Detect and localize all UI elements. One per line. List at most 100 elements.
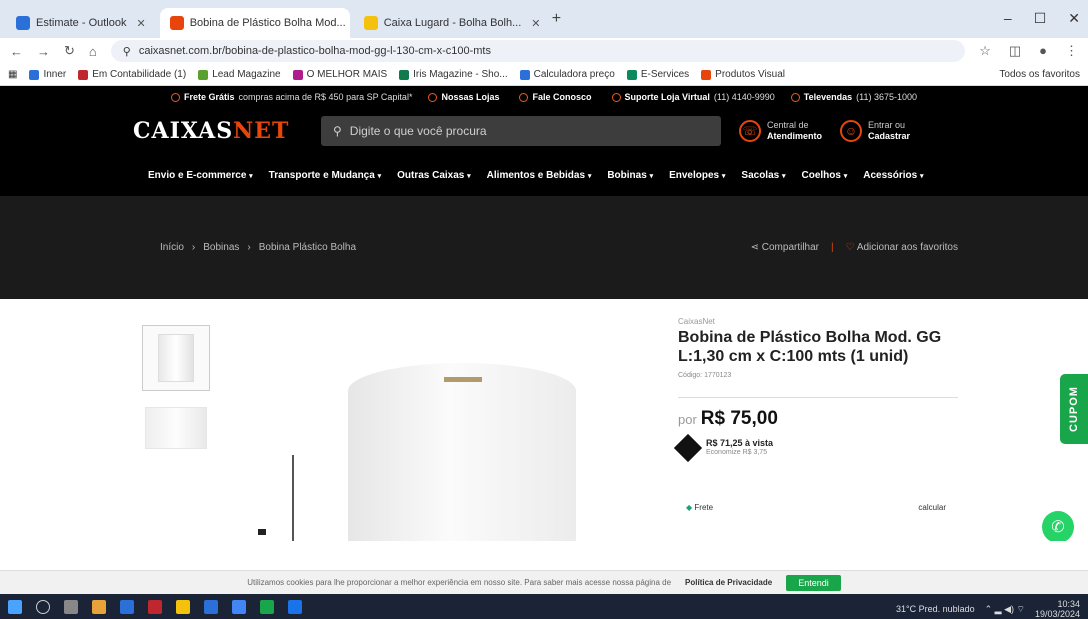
breadcrumb-item: Bobina Plástico Bolha	[258, 242, 357, 253]
back-icon[interactable]: ←	[10, 44, 23, 59]
task-view-icon[interactable]	[64, 599, 78, 614]
close-window-button[interactable]: ✕	[1068, 10, 1080, 27]
bookmark-item[interactable]: O MELHOR MAIS	[292, 69, 387, 80]
privacy-link[interactable]: Política de Privacidade	[685, 578, 772, 587]
user-icon: ☺	[840, 120, 862, 142]
breadcrumb-item[interactable]: Bobinas	[203, 242, 239, 253]
product-price: por R$ 75,00	[678, 408, 978, 430]
forward-icon[interactable]: →	[37, 44, 50, 59]
breadcrumb-item[interactable]: Início	[160, 242, 184, 253]
product-thumbnail-1[interactable]	[142, 325, 210, 391]
cupom-tab[interactable]: CUPOM	[1060, 374, 1088, 444]
menu-icon[interactable]: ⋮	[1065, 43, 1078, 59]
chrome-icon[interactable]	[232, 599, 246, 614]
product-main-image[interactable]	[348, 363, 576, 541]
whatsapp-icon[interactable]: ✆	[1042, 511, 1074, 541]
category-nav-item[interactable]: Outras Caixas ▾	[397, 170, 471, 181]
minimize-button[interactable]: –	[1004, 10, 1012, 27]
new-tab-button[interactable]: +	[552, 10, 561, 28]
home-icon[interactable]: ⌂	[89, 44, 97, 59]
app-icon[interactable]	[288, 599, 302, 614]
bookmark-favicon-icon	[626, 69, 637, 80]
tray-icons[interactable]: ⌃ ▂ ◀) ⌔	[985, 604, 1025, 615]
share-button[interactable]: ⋖ Compartilhar	[751, 242, 819, 253]
topbar-link[interactable]: Fale Conosco	[519, 92, 595, 102]
shipping-row[interactable]: ◆ Frete calcular	[686, 503, 946, 512]
browser-tab[interactable]: Bobina de Plástico Bolha Mod...✕	[159, 8, 350, 38]
product-thumbnail-2[interactable]	[145, 407, 207, 449]
divider	[678, 397, 958, 398]
bookmark-item[interactable]: Em Contabilidade (1)	[78, 69, 186, 80]
browser-tab[interactable]: Caixa Lugard - Bolha Bolh... ✕	[354, 8, 544, 38]
topbar-link[interactable]: Suporte Loja Virtual (11) 4140-9990	[611, 92, 775, 102]
site-logo[interactable]: CAIXASNET	[133, 118, 311, 144]
category-nav-item[interactable]: Transporte e Mudança ▾	[269, 170, 381, 181]
favorite-button[interactable]: ♡ Adicionar aos favoritos	[846, 242, 958, 253]
category-nav-item[interactable]: Alimentos e Bebidas ▾	[487, 170, 592, 181]
bookmarks-other[interactable]: Todos os favoritos	[999, 69, 1080, 80]
topbar-link[interactable]: Frete Grátis compras acima de R$ 450 para…	[170, 92, 412, 102]
bookmark-star-icon[interactable]: ☆	[979, 43, 991, 59]
heart-icon: ♡	[845, 242, 855, 253]
chevron-down-icon: ▾	[377, 172, 382, 180]
category-nav-item[interactable]: Envelopes ▾	[669, 170, 725, 181]
bookmark-item[interactable]: E-Services	[626, 69, 690, 80]
reload-icon[interactable]: ↻	[64, 43, 75, 59]
search-taskbar-icon[interactable]	[36, 599, 50, 614]
topbar-icon	[790, 92, 800, 102]
app-icon[interactable]	[204, 599, 218, 614]
customer-service-link[interactable]: ☏ Central de Atendimento	[739, 120, 822, 142]
bookmark-item[interactable]: Lead Magazine	[198, 69, 281, 80]
cookie-accept-button[interactable]: Entendi	[786, 574, 841, 591]
app-icon[interactable]	[260, 599, 274, 614]
topbar-bold: Televendas	[803, 92, 853, 102]
category-nav-item[interactable]: Bobinas ▾	[607, 170, 653, 181]
category-nav-item[interactable]: Sacolas ▾	[741, 170, 785, 181]
app-icon[interactable]	[148, 599, 162, 614]
start-icon[interactable]	[8, 599, 22, 614]
browser-tab[interactable]: Estimate - Outlook ✕	[6, 8, 156, 38]
category-nav-item[interactable]: Envio e E-commerce ▾	[148, 170, 253, 181]
topbar-text: (11) 3675-1000	[856, 92, 917, 102]
search-placeholder: Digite o que você procura	[349, 124, 487, 138]
file-explorer-icon[interactable]	[92, 599, 106, 614]
category-nav-item[interactable]: Acessórios ▾	[863, 170, 923, 181]
login-link[interactable]: ☺ Entrar ou Cadastrar	[840, 120, 910, 142]
profile-avatar[interactable]: ●	[1039, 43, 1047, 59]
site-info-icon[interactable]: ⚲	[123, 45, 131, 58]
extensions-icon[interactable]: ◫	[1009, 43, 1021, 59]
category-nav-item[interactable]: Coelhos ▾	[802, 170, 848, 181]
url-text: caixasnet.com.br/bobina-de-plastico-bolh…	[138, 45, 491, 57]
shipping-calc[interactable]: calcular	[918, 503, 946, 512]
topbar-icon	[170, 92, 180, 102]
site-header: CAIXASNET ⚲ Digite o que você procura ☏ …	[0, 108, 1088, 154]
bookmark-label: E-Services	[640, 69, 690, 80]
topbar-icon	[428, 92, 438, 102]
close-tab-icon[interactable]: ✕	[136, 17, 145, 30]
topbar-link[interactable]: Televendas (11) 3675-1000	[790, 92, 917, 102]
bookmark-favicon-icon	[78, 69, 89, 80]
app-icon[interactable]	[176, 599, 190, 614]
bookmark-favicon-icon	[292, 69, 303, 80]
bookmark-favicon-icon	[399, 69, 410, 80]
category-label: Alimentos e Bebidas	[486, 169, 586, 181]
bookmark-label: Lead Magazine	[212, 69, 281, 80]
bookmark-item[interactable]: Produtos Visual	[701, 69, 785, 80]
apps-grid-icon[interactable]: ▦	[8, 69, 17, 80]
topbar-link[interactable]: Nossas Lojas	[428, 92, 503, 102]
tab-title: Bobina de Plástico Bolha Mod...	[189, 17, 346, 29]
app-icon[interactable]	[120, 599, 134, 614]
tab-title: Estimate - Outlook	[36, 17, 127, 29]
favicon-icon	[169, 16, 184, 30]
close-tab-icon[interactable]: ✕	[531, 17, 540, 30]
address-toolbar: ← → ↻ ⌂ ⚲ caixasnet.com.br/bobina-de-pla…	[0, 38, 1088, 64]
bookmark-item[interactable]: Inner	[29, 69, 66, 80]
weather-text[interactable]: 31°C Pred. nublado	[896, 604, 975, 614]
maximize-button[interactable]: ☐	[1034, 10, 1047, 27]
logo-accent: NET	[233, 118, 290, 144]
url-bar[interactable]: ⚲ caixasnet.com.br/bobina-de-plastico-bo…	[110, 40, 966, 62]
search-input[interactable]: ⚲ Digite o que você procura	[321, 116, 721, 146]
bookmark-item[interactable]: Iris Magazine - Sho...	[399, 69, 508, 80]
bookmark-item[interactable]: Calculadora preço	[519, 69, 615, 80]
chevron-down-icon: ▾	[249, 172, 253, 180]
